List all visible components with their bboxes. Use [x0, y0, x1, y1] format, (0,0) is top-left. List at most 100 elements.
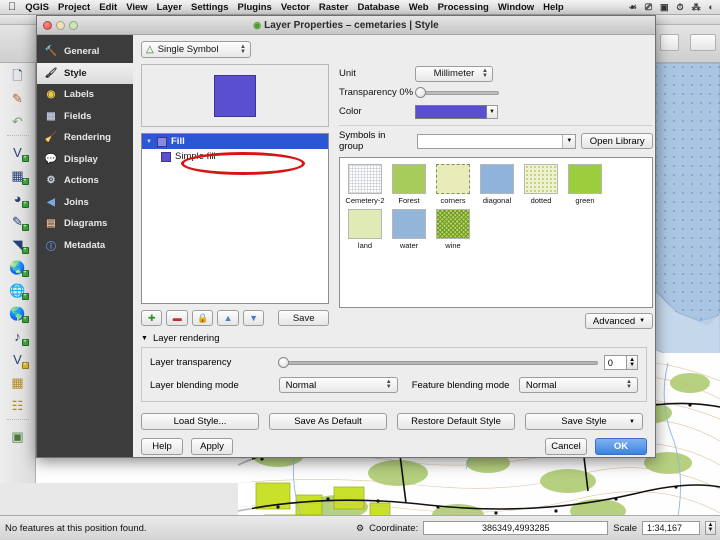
renderer-type-combo[interactable]: △ Single Symbol ▲ ▼	[141, 41, 251, 58]
advanced-button[interactable]: Advanced ▼	[585, 313, 653, 329]
sidebar-item-rendering[interactable]: 🧹 Rendering	[37, 127, 133, 149]
move-up-button[interactable]: ▲	[217, 310, 239, 326]
open-library-button[interactable]: Open Library	[581, 133, 653, 149]
symbol-item[interactable]: Cemetery-2	[345, 164, 385, 205]
add-postgis-layer-icon[interactable]: 🌏 +	[5, 257, 31, 278]
sidebar-item-style[interactable]: 🖌 Style	[37, 62, 133, 84]
help-button[interactable]: Help	[141, 438, 183, 455]
restore-default-style-button[interactable]: Restore Default Style	[397, 413, 515, 430]
add-raster-layer-icon[interactable]: ▦ +	[5, 165, 31, 186]
menu-plugins[interactable]: Plugins	[238, 2, 272, 13]
menu-view[interactable]: View	[126, 2, 147, 13]
add-vector-layer-icon[interactable]: V +	[5, 142, 31, 163]
lock-symbol-layer-button[interactable]: 🔒	[191, 310, 214, 326]
open-attribute-table-icon[interactable]: ▦	[5, 372, 31, 393]
symbol-layer-tree[interactable]: ▼ Fill Simple fill	[141, 133, 329, 304]
sidebar-item-display[interactable]: 💬 Display	[37, 149, 133, 171]
symbol-library-grid[interactable]: Cemetery-2 Forest corners diagonal dotte…	[339, 157, 653, 308]
symbols-in-group-combo[interactable]: ▼	[417, 133, 577, 149]
symbol-item[interactable]: wine	[434, 209, 472, 250]
feature-blending-combo[interactable]: Normal ▲ ▼	[518, 377, 638, 393]
layer-transparency-slider[interactable]	[277, 357, 598, 368]
menu-qgis[interactable]: QGIS	[25, 2, 49, 13]
sidebar-item-fields[interactable]: ▦ Fields	[37, 106, 133, 128]
symbol-item[interactable]: Forest	[390, 164, 428, 205]
transparency-slider[interactable]	[415, 87, 499, 98]
symbol-swatch-diagonal[interactable]	[480, 164, 514, 194]
tree-row-simple-fill[interactable]: Simple fill	[142, 149, 328, 164]
sidebar-item-general[interactable]: 🔨 General	[37, 41, 133, 63]
slider-handle[interactable]	[415, 87, 426, 98]
menu-window[interactable]: Window	[498, 2, 534, 13]
save-as-default-button[interactable]: Save As Default	[269, 413, 387, 430]
menu-web[interactable]: Web	[409, 2, 429, 13]
display-icon[interactable]: ▣	[660, 2, 669, 13]
dialog-titlebar[interactable]: ◉ Layer Properties – cemetaries | Style	[37, 16, 655, 35]
undo-icon[interactable]: ↶	[5, 111, 31, 132]
color-dropdown-button[interactable]: ▼	[487, 104, 498, 119]
wifi-icon[interactable]: ◐	[709, 2, 714, 13]
symbol-item[interactable]: dotted	[522, 164, 560, 205]
symbol-swatch-cemetery2[interactable]	[348, 164, 382, 194]
symbol-item[interactable]: green	[566, 164, 604, 205]
move-down-button[interactable]: ▼	[242, 310, 265, 326]
menu-layer[interactable]: Layer	[157, 2, 182, 13]
layer-transparency-value[interactable]: 0	[603, 355, 628, 370]
layer-blending-combo[interactable]: Normal ▲ ▼	[278, 377, 398, 393]
layer-properties-icon[interactable]: ▣	[5, 426, 31, 447]
add-wms-layer-icon[interactable]: 🌐 +	[5, 280, 31, 301]
symbol-swatch-wine[interactable]	[436, 209, 470, 239]
symbol-swatch-forest[interactable]	[392, 164, 426, 194]
new-annotation-icon[interactable]	[660, 34, 679, 51]
apply-button[interactable]: Apply	[191, 438, 233, 455]
symbol-item[interactable]: land	[346, 209, 384, 250]
sidebar-item-labels[interactable]: ◉ Labels	[37, 84, 133, 106]
menu-help[interactable]: Help	[543, 2, 564, 13]
symbol-swatch-water[interactable]	[392, 209, 426, 239]
symbol-swatch-green[interactable]	[568, 164, 602, 194]
symbol-swatch-dotted[interactable]	[524, 164, 558, 194]
layer-transparency-stepper[interactable]: ▲ ▼	[627, 355, 638, 370]
add-symbol-layer-button[interactable]: ✚	[141, 310, 163, 326]
chevron-down-icon[interactable]: ▼	[562, 134, 576, 148]
tree-row-fill[interactable]: ▼ Fill	[142, 134, 328, 149]
text-annotation-icon[interactable]	[690, 34, 716, 51]
new-shapefile-layer-icon[interactable]: ♪ +	[5, 326, 31, 347]
bluetooth-icon[interactable]: ⁂	[692, 2, 701, 13]
symbol-item[interactable]: corners	[434, 164, 472, 205]
unit-combo[interactable]: Millimeter ▲ ▼	[415, 65, 493, 82]
add-wfs-layer-icon[interactable]: 🌎 +	[5, 303, 31, 324]
dropbox-icon[interactable]: ☙	[629, 2, 637, 13]
screen-share-icon[interactable]: ⎚	[645, 2, 652, 13]
timemachine-icon[interactable]: ⏱	[677, 2, 684, 13]
add-delimited-text-layer-icon[interactable]: ✎ +	[5, 211, 31, 232]
render-lock-icon[interactable]: ⚙	[356, 523, 364, 534]
save-symbol-button[interactable]: Save	[278, 310, 330, 326]
sidebar-item-metadata[interactable]: ⓘ Metadata	[37, 235, 133, 257]
menu-project[interactable]: Project	[58, 2, 90, 13]
coordinate-input[interactable]: 386349,4993285	[423, 521, 609, 535]
remove-symbol-layer-button[interactable]: ▬	[166, 310, 188, 326]
scale-input[interactable]: 1:34,167	[642, 521, 700, 535]
menu-database[interactable]: Database	[357, 2, 399, 13]
new-spatialite-layer-icon[interactable]: V +	[5, 349, 31, 370]
add-mesh-layer-icon[interactable]: ◕ +	[5, 188, 31, 209]
menu-raster[interactable]: Raster	[319, 2, 349, 13]
sidebar-item-diagrams[interactable]: ▤ Diagrams	[37, 213, 133, 235]
new-project-icon[interactable]: 🗋	[5, 65, 31, 86]
symbol-swatch-land[interactable]	[348, 209, 382, 239]
sidebar-item-actions[interactable]: ⚙ Actions	[37, 170, 133, 192]
symbol-swatch-corners[interactable]	[436, 164, 470, 194]
open-project-icon[interactable]: ✎	[5, 88, 31, 109]
menu-edit[interactable]: Edit	[99, 2, 117, 13]
apple-logo-icon[interactable]: 	[8, 1, 16, 13]
load-style-button[interactable]: Load Style...	[141, 413, 259, 430]
menu-vector[interactable]: Vector	[281, 2, 310, 13]
chevron-down-icon[interactable]: ▼	[141, 335, 148, 342]
cancel-button[interactable]: Cancel	[545, 438, 587, 455]
add-spatialite-layer-icon[interactable]: ◥ +	[5, 234, 31, 255]
layer-rendering-header[interactable]: ▼ Layer rendering	[141, 333, 647, 344]
color-swatch-button[interactable]	[415, 104, 487, 119]
sidebar-item-joins[interactable]: ◀ Joins	[37, 192, 133, 214]
symbol-item[interactable]: water	[390, 209, 428, 250]
